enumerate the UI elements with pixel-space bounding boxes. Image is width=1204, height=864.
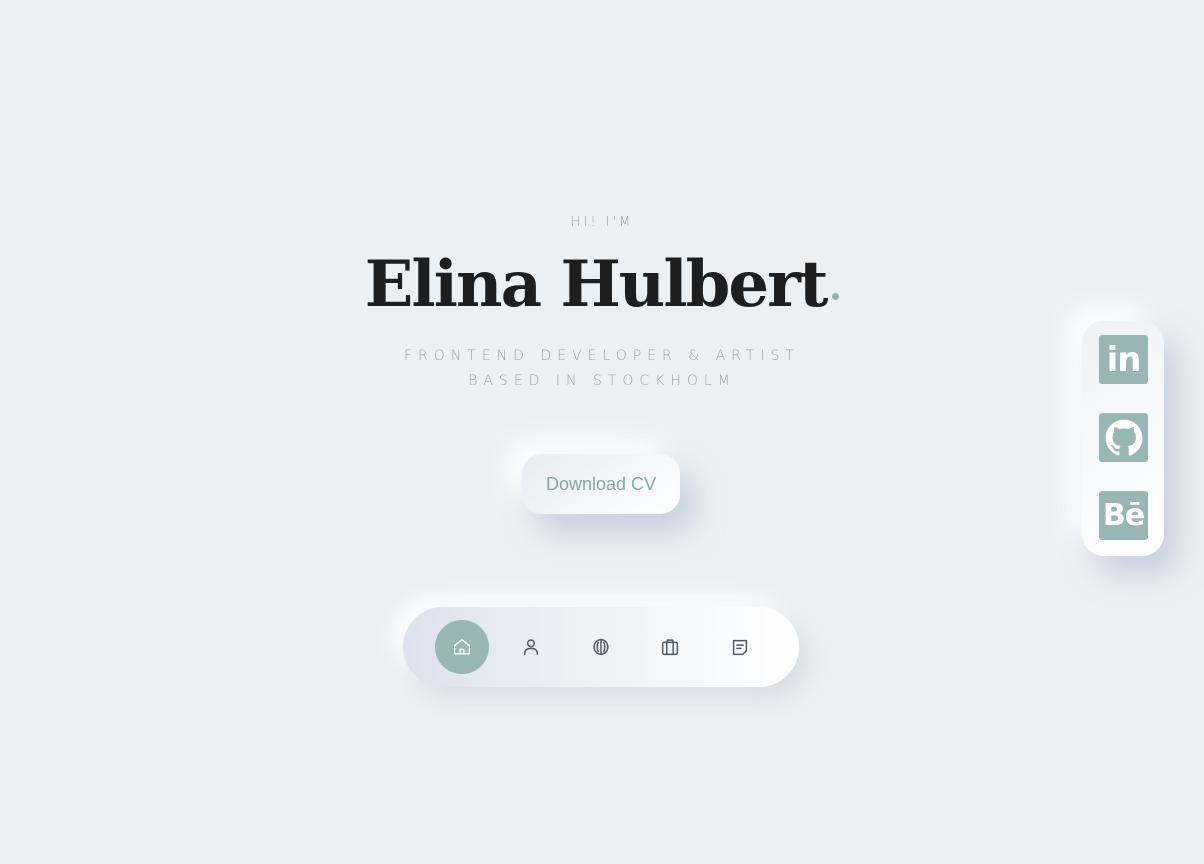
tagline: FRONTEND DEVELOPER & ARTIST BASED IN STO… <box>0 344 1204 394</box>
behance-link[interactable]: Bē <box>1099 491 1148 540</box>
tagline-line-2: BASED IN STOCKHOLM <box>468 373 736 389</box>
linkedin-link[interactable]: in <box>1099 335 1148 384</box>
nav-skills-button[interactable] <box>574 620 628 674</box>
github-icon <box>1105 419 1143 456</box>
nav-contact-button[interactable] <box>713 620 767 674</box>
bottom-nav <box>403 607 799 687</box>
nav-portfolio-button[interactable] <box>643 620 697 674</box>
message-icon <box>732 639 748 656</box>
linkedin-icon: in <box>1106 339 1142 380</box>
home-icon <box>454 639 470 655</box>
behance-icon: Bē <box>1102 498 1145 533</box>
social-links-panel: in Bē <box>1082 321 1164 556</box>
greeting-text: HI! I'M <box>570 215 634 230</box>
brain-icon <box>593 638 609 656</box>
nav-home-button[interactable] <box>435 620 489 674</box>
github-link[interactable] <box>1099 413 1148 462</box>
briefcase-icon <box>661 639 679 656</box>
name-text: Elina Hulbert <box>364 247 829 322</box>
download-cv-button[interactable]: Download CV <box>522 454 680 514</box>
name-heading: Elina Hulbert <box>0 240 1204 330</box>
tagline-line-1: FRONTEND DEVELOPER & ARTIST <box>404 348 800 364</box>
accent-dot <box>832 293 840 300</box>
user-icon <box>523 639 539 656</box>
nav-about-button[interactable] <box>504 620 558 674</box>
